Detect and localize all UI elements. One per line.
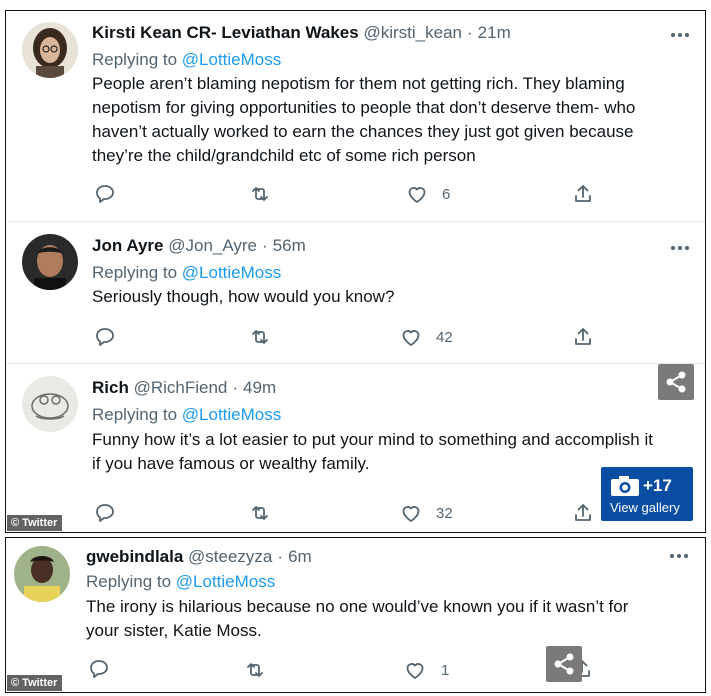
replying-to: Replying to @LottieMoss	[92, 263, 281, 283]
display-name[interactable]: Rich	[92, 378, 129, 397]
replying-to: Replying to @LottieMoss	[86, 572, 275, 592]
gallery-count: +17	[643, 476, 672, 495]
tweet-gwebindlala[interactable]: gwebindlala @steezyza · 6m Replying to @Lo…	[6, 538, 705, 692]
gallery-label: View gallery	[610, 500, 680, 515]
tweet-text: The irony is hilarious because no one wo…	[86, 595, 696, 643]
separator-dot: ·	[232, 378, 239, 397]
separator-dot: ·	[466, 23, 473, 42]
share-icon[interactable]	[571, 325, 595, 349]
tweet-text-line: People aren’t blaming nepotism for them …	[92, 74, 625, 93]
avatar[interactable]	[14, 546, 70, 602]
display-name[interactable]: Kirsti Kean CR- Leviathan Wakes	[92, 23, 359, 42]
twitter-watermark: © Twitter	[7, 515, 63, 531]
tweet-jon-ayre[interactable]: Jon Ayre @Jon_Ayre · 56m Replying to @Lott…	[6, 222, 705, 363]
camera-icon	[611, 476, 639, 496]
replying-prefix: Replying to	[92, 50, 178, 69]
more-icon[interactable]	[671, 32, 693, 38]
tweet-text: Seriously though, how would you know?	[92, 285, 692, 309]
tweet-text-line: Funny how it’s a lot easier to put your …	[92, 430, 653, 449]
tweet-header: Jon Ayre @Jon_Ayre · 56m	[92, 236, 306, 256]
tweet-text-line: Seriously though, how would you know?	[92, 287, 395, 306]
tweet-text-line: they’re the child/grandchild etc of some…	[92, 146, 476, 165]
tweet-header: Kirsti Kean CR- Leviathan Wakes @kirsti_…	[92, 23, 511, 43]
twitter-watermark: © Twitter	[7, 675, 63, 691]
tweet-kirsti-kean[interactable]: Kirsti Kean CR- Leviathan Wakes @kirsti_…	[6, 11, 705, 221]
avatar[interactable]	[22, 22, 78, 78]
share-network-icon	[666, 371, 686, 393]
tweet-text-line: nepotism for giving opportunities to peo…	[92, 98, 636, 117]
like-icon[interactable]	[399, 325, 423, 349]
retweet-icon[interactable]	[248, 325, 272, 349]
tweet-text-line: The irony is hilarious because no one wo…	[86, 597, 629, 616]
view-gallery-button[interactable]: +17 View gallery	[601, 467, 693, 521]
mention-link[interactable]: @LottieMoss	[182, 263, 281, 282]
mention-link[interactable]: @LottieMoss	[176, 572, 275, 591]
user-handle[interactable]: @Jon_Ayre	[168, 236, 257, 255]
like-icon[interactable]	[399, 501, 423, 525]
like-count: 32	[436, 505, 453, 522]
separator-dot: ·	[262, 236, 268, 255]
reply-icon[interactable]	[93, 182, 117, 206]
retweet-icon[interactable]	[248, 182, 272, 206]
replying-prefix: Replying to	[92, 405, 178, 424]
display-name[interactable]: gwebindlala	[86, 547, 183, 566]
share-icon[interactable]	[571, 501, 595, 525]
more-icon[interactable]	[671, 245, 693, 251]
timestamp[interactable]: 21m	[478, 23, 511, 42]
user-handle[interactable]: @RichFiend	[134, 378, 228, 397]
replying-to: Replying to @LottieMoss	[92, 50, 281, 70]
avatar[interactable]	[22, 376, 78, 432]
tweet-text-line: haven’t actually worked to earn the chan…	[92, 122, 634, 141]
mention-link[interactable]: @LottieMoss	[182, 405, 281, 424]
reply-icon[interactable]	[93, 325, 117, 349]
timestamp[interactable]: 49m	[243, 378, 276, 397]
tweet-header: gwebindlala @steezyza · 6m	[86, 547, 312, 567]
tweet-text: People aren’t blaming nepotism for them …	[92, 72, 692, 168]
share-icon[interactable]	[571, 182, 595, 206]
user-handle[interactable]: @kirsti_kean	[363, 23, 462, 42]
more-icon[interactable]	[670, 553, 692, 559]
separator-dot: ·	[277, 547, 284, 566]
retweet-icon[interactable]	[243, 658, 267, 682]
avatar[interactable]	[22, 234, 78, 290]
like-count: 6	[442, 186, 451, 203]
retweet-icon[interactable]	[248, 501, 272, 525]
like-count: 1	[441, 662, 450, 679]
reply-icon[interactable]	[93, 501, 117, 525]
tweet-panel-1: Kirsti Kean CR- Leviathan Wakes @kirsti_…	[5, 10, 706, 533]
like-icon[interactable]	[403, 658, 427, 682]
tweet-header: Rich @RichFiend · 49m	[92, 378, 276, 398]
user-handle[interactable]: @steezyza	[188, 547, 272, 566]
replying-prefix: Replying to	[92, 263, 178, 282]
like-icon[interactable]	[405, 182, 429, 206]
timestamp[interactable]: 56m	[273, 236, 306, 255]
replying-prefix: Replying to	[86, 572, 172, 591]
share-network-button[interactable]	[658, 364, 694, 400]
share-network-icon	[554, 653, 574, 675]
tweet-text-line: your sister, Katie Moss.	[86, 621, 262, 640]
share-network-button[interactable]	[546, 646, 582, 682]
like-count: 42	[436, 329, 453, 346]
timestamp[interactable]: 6m	[288, 547, 312, 566]
display-name[interactable]: Jon Ayre	[92, 236, 164, 255]
replying-to: Replying to @LottieMoss	[92, 405, 281, 425]
reply-icon[interactable]	[87, 657, 111, 681]
tweet-panel-2: gwebindlala @steezyza · 6m Replying to @Lo…	[5, 537, 706, 693]
mention-link[interactable]: @LottieMoss	[182, 50, 281, 69]
